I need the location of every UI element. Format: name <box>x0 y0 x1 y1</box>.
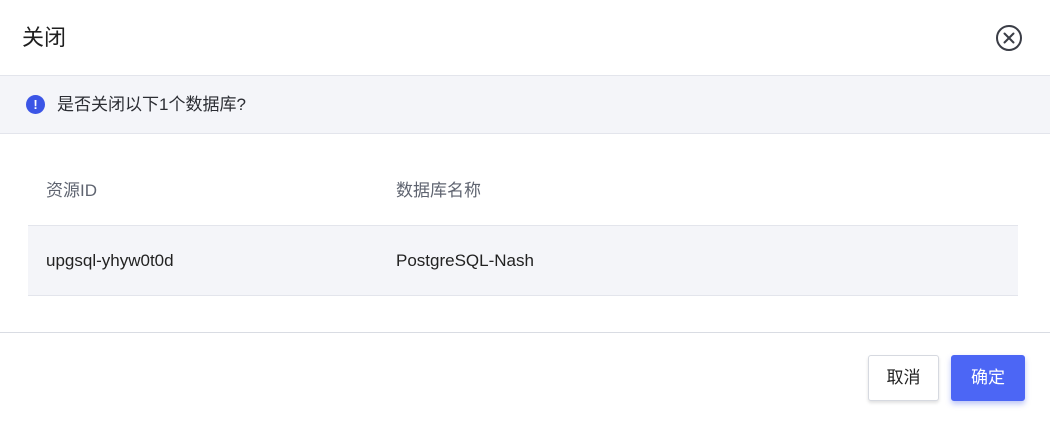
close-database-dialog: 关闭 ! 是否关闭以下1个数据库? 资源ID 数据库名称 upgsql-yhyw… <box>0 0 1050 427</box>
column-header-resource-id: 资源ID <box>46 181 97 200</box>
table-header: 资源ID 数据库名称 <box>28 156 1018 226</box>
notice-text: 是否关闭以下1个数据库? <box>57 95 246 114</box>
column-header-database-name: 数据库名称 <box>396 181 481 200</box>
confirm-notice: ! 是否关闭以下1个数据库? <box>0 76 1050 134</box>
dialog-footer: 取消 确定 <box>0 332 1050 427</box>
confirm-button[interactable]: 确定 <box>951 355 1025 401</box>
cancel-button[interactable]: 取消 <box>868 355 939 401</box>
table-row: upgsql-yhyw0t0d PostgreSQL-Nash <box>28 226 1018 296</box>
close-x-glyph <box>1003 32 1015 44</box>
dialog-title: 关闭 <box>22 25 67 50</box>
dialog-header: 关闭 <box>0 0 1050 76</box>
database-table: 资源ID 数据库名称 upgsql-yhyw0t0d PostgreSQL-Na… <box>28 156 1018 296</box>
cell-database-name: PostgreSQL-Nash <box>396 251 534 270</box>
exclamation-icon: ! <box>26 95 45 114</box>
close-icon[interactable] <box>996 25 1022 51</box>
cell-resource-id: upgsql-yhyw0t0d <box>46 251 174 270</box>
